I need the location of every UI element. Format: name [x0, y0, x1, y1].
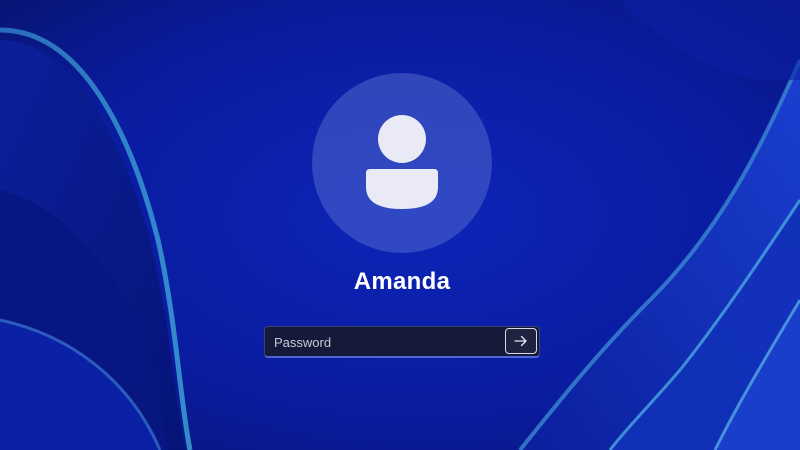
password-field-container: [264, 326, 540, 358]
submit-button[interactable]: [505, 328, 537, 354]
user-avatar: [312, 73, 492, 253]
arrow-right-icon: [514, 335, 527, 347]
user-name: Amanda: [353, 268, 451, 295]
password-input[interactable]: [265, 327, 503, 357]
user-silhouette-icon: [366, 115, 438, 209]
lock-screen: Amanda: [0, 0, 800, 450]
